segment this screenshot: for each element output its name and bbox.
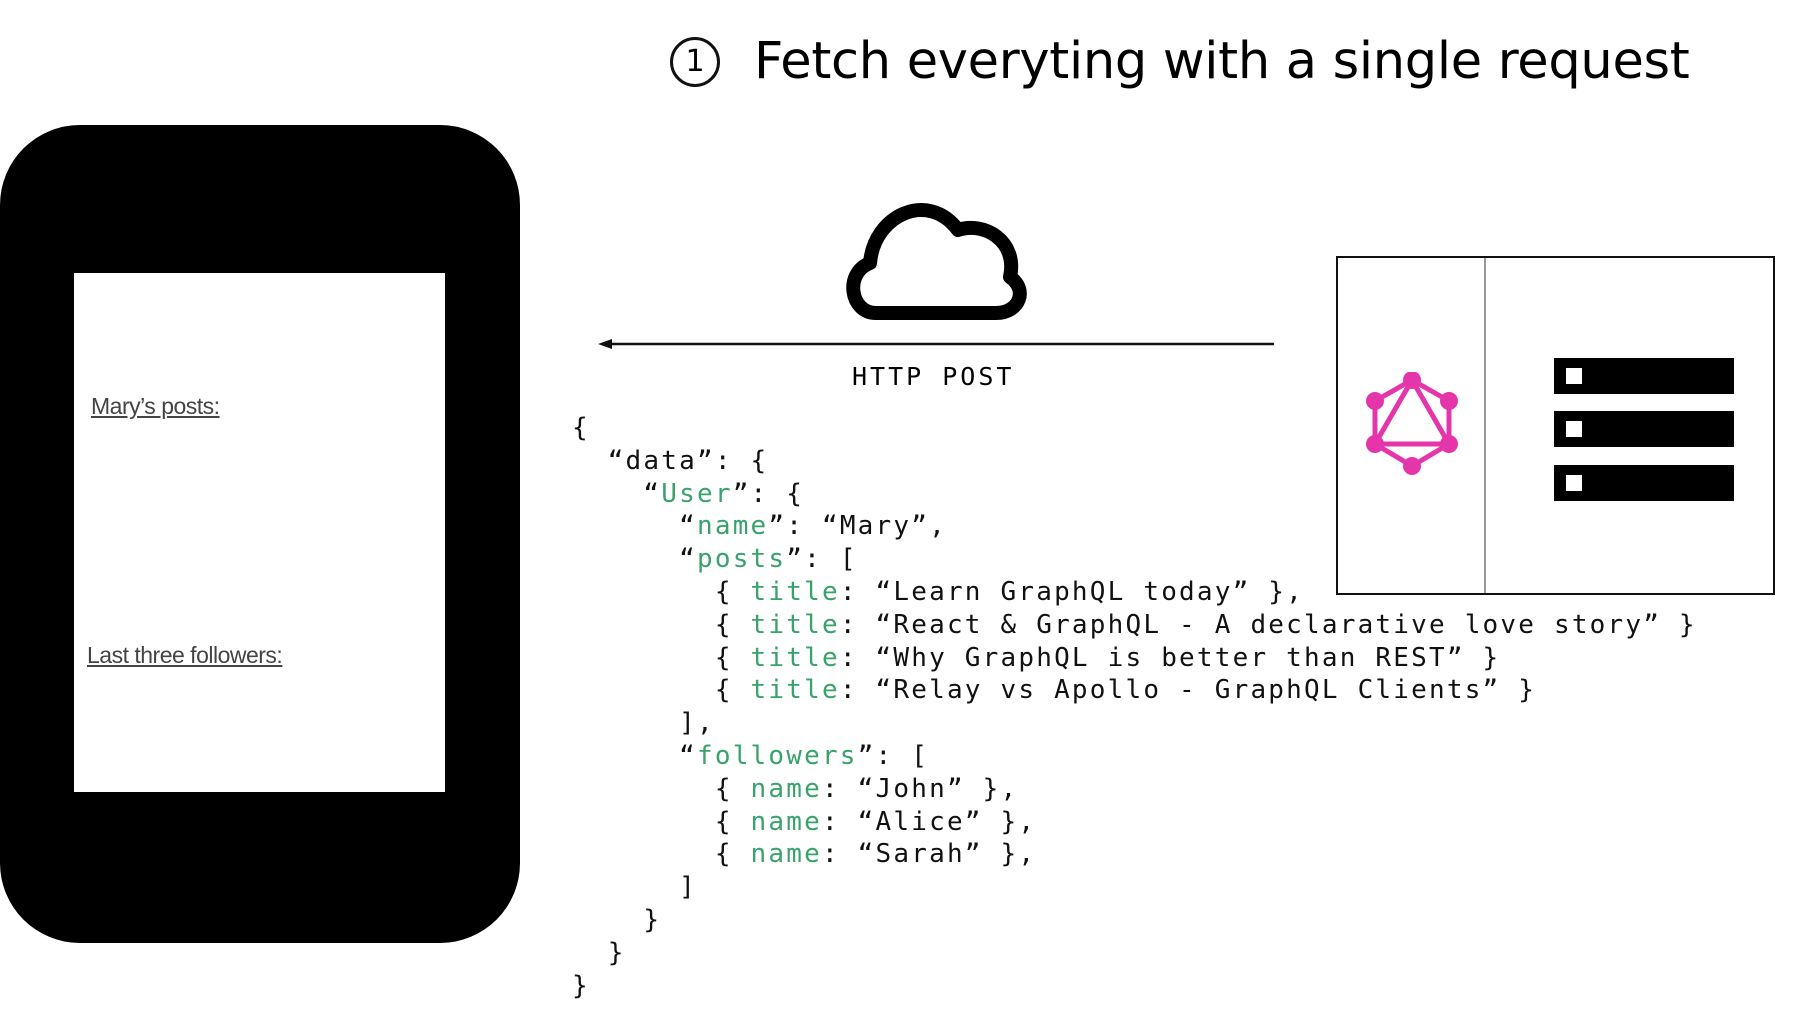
- phone-device: Mary’s posts: Last three followers:: [0, 125, 520, 943]
- json-text: ]: [572, 872, 697, 903]
- posts-label: Mary’s posts:: [91, 393, 220, 419]
- json-text: ],: [572, 708, 715, 739]
- json-line: “followers”: [: [572, 740, 1697, 773]
- json-key: posts: [696, 544, 787, 575]
- json-text: {: [572, 576, 751, 607]
- json-line: ]: [572, 871, 1697, 904]
- json-text: }: [572, 970, 590, 1001]
- json-key: name: [750, 806, 822, 837]
- json-text: {: [572, 839, 751, 870]
- json-line: }: [572, 904, 1697, 937]
- json-key: name: [750, 773, 822, 804]
- phone-screen: Mary’s posts: Last three followers:: [74, 273, 445, 792]
- json-key: title: [750, 576, 840, 607]
- json-line: { title: “Relay vs Apollo - GraphQL Clie…: [572, 674, 1697, 707]
- step-number: 1: [685, 43, 705, 79]
- json-text: {: [572, 609, 751, 640]
- http-method-label: HTTP POST: [852, 362, 1015, 391]
- json-line: {: [572, 412, 1697, 445]
- json-line: “posts”: [: [572, 543, 1697, 576]
- json-key: title: [750, 609, 840, 640]
- cloud-icon: [846, 203, 1027, 320]
- json-text: “: [572, 478, 662, 509]
- json-line: ],: [572, 707, 1697, 740]
- page-title: Fetch everyting with a single request: [754, 32, 1690, 91]
- json-line: “name”: “Mary”,: [572, 510, 1697, 543]
- json-key: User: [661, 478, 733, 509]
- json-text: {: [572, 413, 590, 443]
- json-text: : “Why GraphQL is better than REST” }: [839, 642, 1501, 673]
- json-text: ”: [: [857, 740, 930, 771]
- server-light: [1566, 368, 1582, 384]
- json-line: { title: “Why GraphQL is better than RES…: [572, 642, 1697, 675]
- json-line: { name: “Sarah” },: [572, 838, 1697, 871]
- json-text: ”: [: [786, 544, 858, 575]
- json-line: { name: “Alice” },: [572, 806, 1697, 839]
- json-text: ”: {: [732, 478, 805, 509]
- response-arrow: [598, 339, 1274, 349]
- json-text: }: [572, 904, 662, 935]
- json-line: { title: “React & GraphQL - A declarativ…: [572, 609, 1697, 642]
- json-text: {: [572, 642, 751, 673]
- json-line: “data”: {: [572, 445, 1697, 478]
- slide-title: 1 Fetch everyting with a single request: [670, 32, 1690, 91]
- json-response: { “data”: { “User”: { “name”: “Mary”, “p…: [572, 412, 1697, 1002]
- json-text: : “Relay vs Apollo - GraphQL Clients” }: [839, 675, 1537, 706]
- json-text: {: [572, 806, 751, 837]
- json-key: name: [750, 839, 822, 870]
- json-text: : “React & GraphQL - A declarative love …: [839, 609, 1697, 640]
- json-line: { title: “Learn GraphQL today” },: [572, 576, 1697, 609]
- json-text: : “Learn GraphQL today” },: [839, 576, 1305, 607]
- json-text: “: [572, 740, 697, 771]
- json-text: : “John” },: [821, 773, 1019, 804]
- json-text: : “Sarah” },: [821, 839, 1037, 870]
- json-text: {: [572, 773, 751, 804]
- json-line: }: [572, 937, 1697, 970]
- json-key: title: [750, 675, 840, 706]
- json-text: “: [572, 511, 697, 542]
- json-text: : “Alice” },: [821, 806, 1037, 837]
- json-line: }: [572, 970, 1697, 1003]
- json-line: “User”: {: [572, 478, 1697, 511]
- followers-label: Last three followers:: [87, 642, 283, 668]
- json-text: {: [572, 675, 751, 706]
- json-text: }: [572, 937, 626, 968]
- json-line: { name: “John” },: [572, 773, 1697, 806]
- json-key: title: [750, 642, 840, 673]
- json-text: ”: “Mary”,: [768, 511, 947, 542]
- json-text: “: [572, 544, 697, 575]
- json-text: “data”: {: [572, 445, 769, 476]
- json-key: name: [696, 511, 769, 542]
- server-rack-icon: [1554, 358, 1734, 394]
- step-number-badge: 1: [670, 36, 720, 87]
- json-key: followers: [696, 740, 858, 771]
